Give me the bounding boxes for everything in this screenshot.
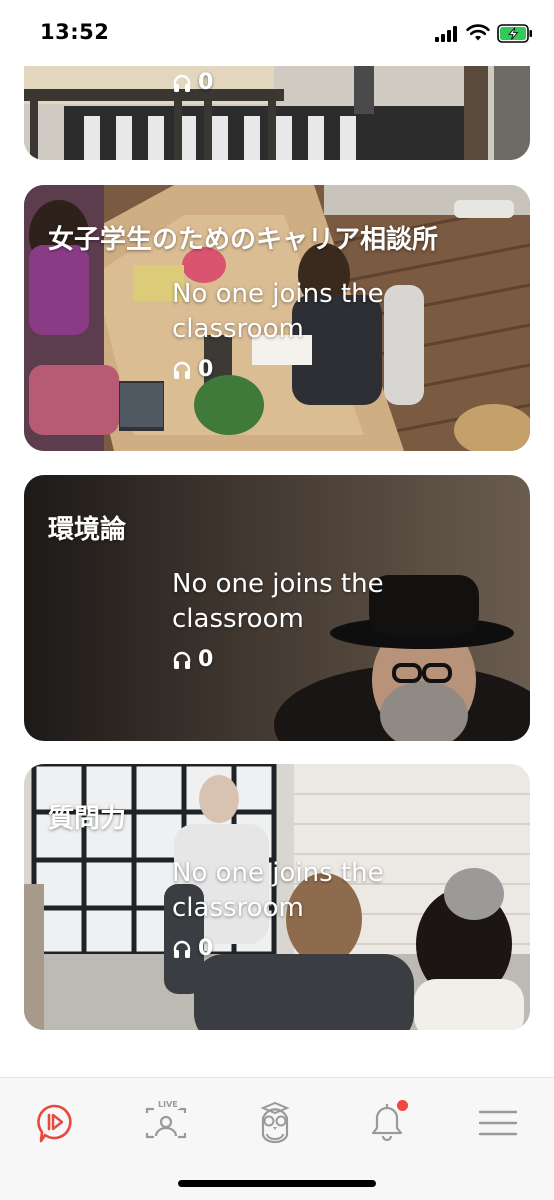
listener-count-value: 0 bbox=[198, 357, 214, 382]
classroom-status: No one joins the classroom bbox=[172, 858, 384, 923]
listener-count-value: 0 bbox=[198, 936, 214, 961]
classroom-card[interactable]: 環境論 No one joins the classroom 0 bbox=[24, 475, 530, 741]
classroom-card[interactable]: 質問力 No one joins the classroom 0 bbox=[24, 764, 530, 1030]
battery-charging-icon bbox=[497, 24, 532, 43]
status-bar: 13:52 bbox=[0, 0, 554, 66]
headphones-icon bbox=[173, 361, 191, 379]
classroom-title: 質問力 bbox=[48, 804, 127, 834]
tab-live[interactable]: LIVE bbox=[143, 1100, 189, 1146]
menu-icon bbox=[478, 1110, 518, 1136]
listener-count: 0 bbox=[172, 936, 213, 961]
classroom-title: 環境論 bbox=[48, 515, 127, 545]
tab-menu[interactable] bbox=[475, 1100, 521, 1146]
classroom-status: No one joins the classroom bbox=[172, 279, 384, 344]
classroom-card[interactable]: 女子学生のためのキャリア相談所 No one joins the classro… bbox=[24, 185, 530, 451]
listener-count-value: 0 bbox=[198, 647, 214, 672]
classroom-status: No one joins the classroom bbox=[172, 569, 384, 634]
status-time: 13:52 bbox=[40, 20, 110, 44]
owl-icon bbox=[260, 1102, 290, 1144]
cellular-signal-icon bbox=[435, 26, 459, 42]
play-bubble-icon bbox=[37, 1104, 72, 1143]
tab-notifications[interactable] bbox=[364, 1100, 410, 1146]
listener-count: 0 bbox=[172, 647, 213, 672]
headphones-icon bbox=[173, 74, 191, 92]
classroom-title: 女子学生のためのキャリア相談所 bbox=[48, 225, 439, 255]
tab-learning[interactable] bbox=[252, 1100, 298, 1146]
live-camera-icon bbox=[145, 1107, 187, 1139]
live-badge-label: LIVE bbox=[156, 1100, 180, 1109]
tab-classrooms[interactable] bbox=[32, 1100, 78, 1146]
listener-count: 0 bbox=[172, 70, 213, 95]
notification-badge bbox=[397, 1100, 408, 1111]
listener-count: 0 bbox=[172, 357, 213, 382]
headphones-icon bbox=[173, 940, 191, 958]
home-indicator[interactable] bbox=[178, 1180, 376, 1187]
headphones-icon bbox=[173, 651, 191, 669]
listener-count-value: 0 bbox=[198, 70, 214, 95]
wifi-icon bbox=[466, 24, 490, 41]
